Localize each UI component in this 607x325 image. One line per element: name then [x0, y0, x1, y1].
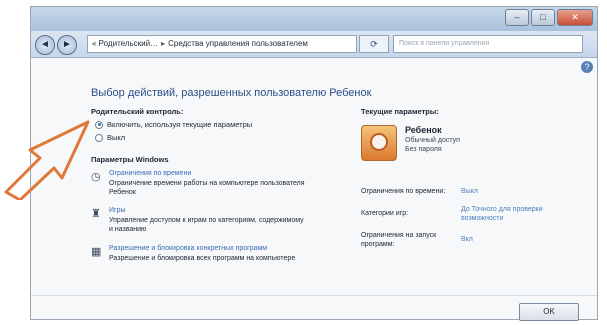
- window-controls: ‒ □ ✕: [505, 9, 593, 26]
- page-title: Выбор действий, разрешенных пользователю…: [91, 87, 372, 99]
- param-value: До Точного для проверки возможности: [461, 206, 543, 222]
- user-name: Ребенок: [405, 125, 442, 135]
- title-bar: ‒ □ ✕: [31, 7, 597, 31]
- divider: [31, 295, 597, 296]
- param-value: Выкл: [461, 188, 478, 195]
- forward-button[interactable]: ►: [57, 35, 77, 55]
- annotation-arrow: [4, 120, 90, 200]
- games-desc: Управление доступом к играм по категория…: [109, 217, 304, 233]
- current-settings-title: Текущие параметры:: [361, 107, 439, 116]
- breadcrumb-separator: ▸: [161, 39, 166, 48]
- param-label: Категории игр:: [361, 210, 409, 217]
- programs-link[interactable]: Разрешение и блокировка конкретных прогр…: [109, 245, 267, 252]
- close-button[interactable]: ✕: [557, 9, 593, 26]
- avatar: [361, 125, 397, 161]
- control-panel-window: ‒ □ ✕ ◄ ► « Родительский… ▸ Средства управ…: [30, 6, 598, 321]
- param-value: Вкл: [461, 236, 473, 243]
- games-link[interactable]: Игры: [109, 207, 126, 214]
- user-picture-icon: [370, 133, 388, 151]
- ok-button[interactable]: OK: [519, 303, 579, 321]
- breadcrumb-item[interactable]: Средства управления пользователем: [168, 39, 308, 48]
- minimize-button[interactable]: ‒: [505, 9, 529, 26]
- search-input[interactable]: Поиск в панели управления: [393, 35, 583, 53]
- programs-icon: ▦: [91, 246, 102, 258]
- games-icon: ♜: [91, 208, 101, 220]
- user-password-status: Без пароля: [405, 146, 442, 153]
- breadcrumb-item[interactable]: « Родительский…: [92, 39, 158, 48]
- user-role: Обычный доступ: [405, 137, 460, 144]
- radio-on[interactable]: Включить, используя текущие параметры: [95, 120, 252, 129]
- radio-label-on: Включить, используя текущие параметры: [107, 120, 253, 129]
- param-label: Ограничения по времени:: [361, 188, 446, 195]
- time-limits-desc: Ограничение времени работы на компьютере…: [109, 180, 305, 196]
- refresh-button[interactable]: ⟳: [359, 35, 389, 53]
- arrow-shape: [4, 120, 90, 200]
- main-content: Выбор действий, разрешенных пользователю…: [31, 57, 597, 321]
- maximize-button[interactable]: □: [531, 9, 555, 26]
- time-limits-link[interactable]: Ограничения по времени: [109, 170, 191, 177]
- back-button[interactable]: ◄: [35, 35, 55, 55]
- navigation-bar: ◄ ► « Родительский… ▸ Средства управления …: [31, 31, 597, 58]
- address-bar[interactable]: « Родительский… ▸ Средства управления поль…: [87, 35, 357, 53]
- programs-desc: Разрешение и блокировка всех программ на…: [109, 255, 296, 262]
- param-label: Ограничения на запуск программ:: [361, 232, 437, 248]
